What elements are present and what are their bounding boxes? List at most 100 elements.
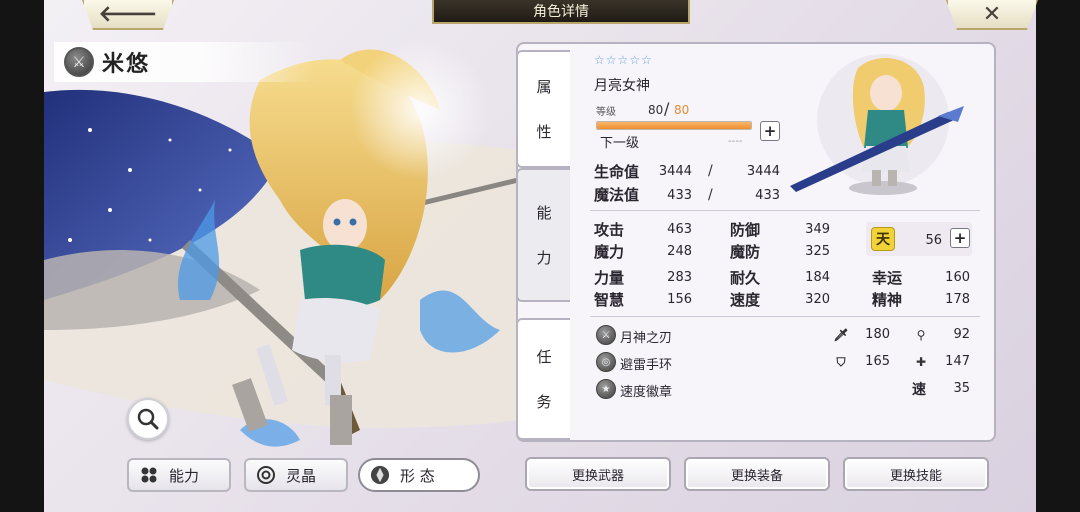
- endurance-value: 184: [805, 270, 830, 285]
- badge-speed-value: 35: [953, 381, 970, 396]
- side-tab-ability-char1: 能: [536, 204, 552, 222]
- change-skill-button[interactable]: 更换技能: [843, 457, 989, 491]
- level-current: 80: [648, 103, 664, 117]
- magic-value: 248: [667, 244, 692, 259]
- defense-value: 349: [805, 222, 830, 237]
- side-tab-mission[interactable]: 任 务: [516, 318, 570, 440]
- tab-ability-label: 能力: [169, 466, 200, 485]
- armor-magic-defense: 147: [945, 354, 970, 369]
- character-title: 月亮女神: [594, 78, 650, 94]
- mp-label: 魔法值: [594, 186, 640, 204]
- left-screen-edge: [0, 0, 44, 512]
- wisdom-label: 智慧: [594, 291, 625, 309]
- badge-speed-label: 速: [912, 382, 926, 398]
- level-progress-fill: [597, 122, 751, 129]
- tab-form[interactable]: 形 态: [358, 458, 480, 492]
- side-tab-attribute-char2: 性: [536, 123, 552, 141]
- weapon-name[interactable]: 月神之刃: [620, 327, 672, 346]
- weapon-magic: 92: [953, 327, 970, 342]
- wand-icon: ⚲: [916, 328, 926, 342]
- change-equipment-label: 更换装备: [730, 468, 783, 484]
- back-button[interactable]: 🡐: [82, 0, 174, 30]
- attack-value: 463: [667, 222, 692, 237]
- luck-value: 160: [945, 270, 970, 285]
- change-equipment-button[interactable]: 更换装备: [684, 457, 830, 491]
- shield-icon: ⛉: [836, 354, 846, 369]
- next-level-value: ----: [728, 136, 743, 147]
- close-icon: ✕: [982, 1, 1002, 27]
- divider: [590, 316, 980, 317]
- close-button[interactable]: ✕: [946, 0, 1038, 30]
- weapon-attack: 180: [865, 327, 890, 342]
- heaven-icon: 天: [872, 228, 894, 250]
- change-weapon-label: 更换武器: [571, 468, 624, 484]
- armor-name[interactable]: 避雷手环: [620, 354, 672, 373]
- mp-max: 433: [755, 188, 780, 203]
- level-max: 80: [674, 103, 690, 117]
- hp-slash: /: [708, 163, 713, 179]
- wisdom-value: 156: [667, 292, 692, 307]
- level-progress-bar: [596, 121, 752, 130]
- chibi-portrait: [790, 54, 964, 195]
- change-skill-label: 更换技能: [889, 468, 942, 484]
- crystal-gear-icon: [256, 465, 276, 485]
- spirit-label: 精神: [872, 291, 903, 309]
- side-tab-mission-char2: 务: [536, 393, 552, 411]
- zoom-button[interactable]: [127, 398, 169, 440]
- tab-crystal[interactable]: 灵晶: [244, 458, 348, 492]
- side-tab-ability[interactable]: 能 力: [516, 168, 570, 302]
- heaven-plus-button[interactable]: +: [950, 228, 970, 248]
- side-tab-attribute-char1: 属: [536, 78, 552, 96]
- magnifier-icon: [137, 408, 159, 430]
- tab-ability[interactable]: 能力: [127, 458, 231, 492]
- level-up-button[interactable]: +: [760, 121, 780, 141]
- level-separator: /: [664, 99, 670, 118]
- hp-current: 3444: [658, 164, 692, 179]
- endurance-label: 耐久: [730, 269, 761, 287]
- four-dots-icon: [139, 465, 159, 485]
- side-tab-attribute[interactable]: 属 性: [516, 50, 570, 168]
- right-screen-edge: [1036, 0, 1080, 512]
- badge-name[interactable]: 速度徽章: [620, 381, 672, 400]
- sword-class-icon: ⚔: [64, 47, 94, 77]
- tab-form-label: 形 态: [400, 466, 435, 485]
- level-label: 等级: [596, 107, 616, 118]
- strength-value: 283: [667, 270, 692, 285]
- divider: [590, 210, 980, 211]
- heaven-value: 56: [925, 233, 942, 248]
- next-level-label: 下一级: [600, 136, 640, 151]
- rarity-stars: ☆☆☆☆☆: [594, 53, 653, 67]
- mp-current: 433: [667, 188, 692, 203]
- speed-value: 320: [805, 292, 830, 307]
- tab-crystal-label: 灵晶: [286, 466, 317, 485]
- spirit-value: 178: [945, 292, 970, 307]
- character-name: 米悠: [102, 52, 151, 77]
- magic-defense-label: 魔防: [730, 243, 761, 261]
- side-tab-mission-char1: 任: [536, 348, 552, 366]
- sword-icon: 🗡: [833, 328, 849, 342]
- armor-defense: 165: [865, 354, 890, 369]
- attack-label: 攻击: [594, 221, 625, 239]
- strength-label: 力量: [594, 269, 625, 287]
- hp-label: 生命值: [594, 163, 640, 181]
- cross-shield-icon: ✚: [915, 355, 927, 369]
- magic-defense-value: 325: [805, 244, 830, 259]
- character-nameplate: ⚔ 米悠: [54, 42, 314, 82]
- magic-label: 魔力: [594, 243, 625, 261]
- arrow-left-icon: 🡐: [98, 2, 158, 27]
- plus-icon: +: [763, 121, 777, 140]
- change-weapon-button[interactable]: 更换武器: [525, 457, 671, 491]
- weapon-equip-icon: ⚔: [596, 325, 616, 345]
- defense-label: 防御: [730, 221, 761, 239]
- hp-max: 3444: [746, 164, 780, 179]
- badge-equip-icon: ★: [596, 379, 616, 399]
- side-tab-ability-char2: 力: [536, 249, 552, 267]
- bracelet-equip-icon: ◎: [596, 352, 616, 372]
- plus-icon: +: [953, 228, 967, 247]
- page-title: 角色详情: [432, 0, 690, 24]
- luck-label: 幸运: [872, 269, 903, 287]
- form-emblem-icon: [370, 465, 390, 485]
- page-title-text: 角色详情: [533, 4, 589, 20]
- speed-label: 速度: [730, 291, 761, 309]
- mp-slash: /: [708, 187, 713, 203]
